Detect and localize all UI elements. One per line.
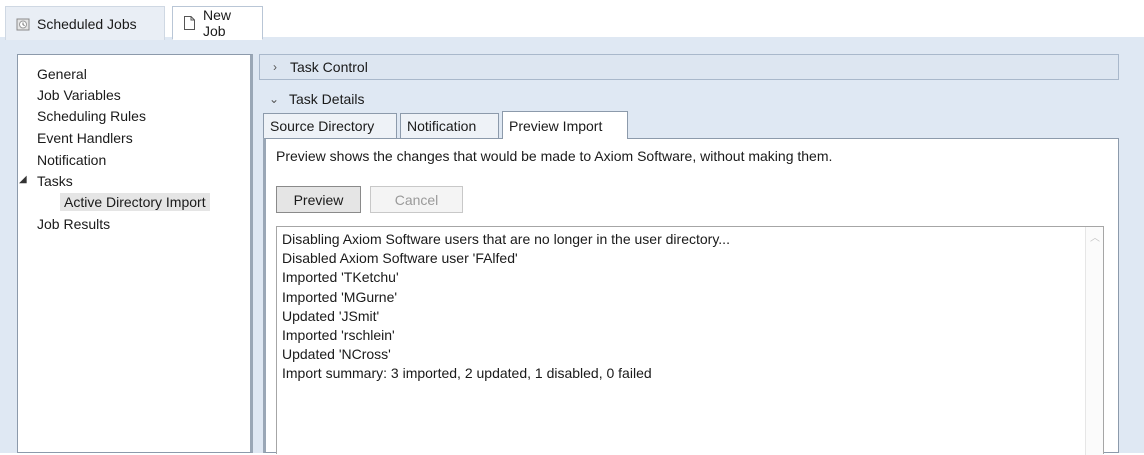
task-control-header[interactable]: › Task Control <box>259 54 1119 80</box>
scroll-up-arrow-icon[interactable]: ︿ <box>1090 229 1100 244</box>
nav-item-notification[interactable]: Notification <box>37 151 106 169</box>
tab-scheduled-jobs[interactable]: Scheduled Jobs <box>5 6 165 40</box>
nav-item-tasks[interactable]: Tasks <box>37 172 73 190</box>
log-line: Import summary: 3 imported, 2 updated, 1… <box>282 365 652 382</box>
nav-item-job-variables[interactable]: Job Variables <box>37 86 121 104</box>
nav-item-general[interactable]: General <box>37 65 87 83</box>
tab-label: Scheduled Jobs <box>37 15 137 32</box>
job-navigation-tree: General Job Variables Scheduling Rules E… <box>17 54 253 453</box>
task-panel: › Task Control ⌄ Task Details Source Dir… <box>259 54 1119 455</box>
log-line: Disabled Axiom Software user 'FAlfed' <box>282 250 518 267</box>
chevron-down-icon: ⌄ <box>269 92 280 106</box>
section-title: Task Details <box>289 91 365 107</box>
preview-import-panel: Preview shows the changes that would be … <box>263 138 1119 455</box>
log-line: Imported 'rschlein' <box>282 327 395 344</box>
nav-item-event-handlers[interactable]: Event Handlers <box>37 129 133 147</box>
task-details-header[interactable]: ⌄ Task Details <box>259 87 1119 111</box>
tab-label: New Job <box>203 7 232 39</box>
tab-notification[interactable]: Notification <box>400 113 499 138</box>
chevron-right-icon: › <box>273 60 277 74</box>
preview-results-log[interactable]: Disabling Axiom Software users that are … <box>276 226 1104 455</box>
tab-source-directory[interactable]: Source Directory <box>263 113 397 138</box>
scheduled-jobs-icon <box>16 16 30 32</box>
nav-item-scheduling-rules[interactable]: Scheduling Rules <box>37 107 146 125</box>
nav-item-active-directory-import[interactable]: Active Directory Import <box>60 193 210 211</box>
document-icon <box>183 15 196 31</box>
log-line: Imported 'TKetchu' <box>282 269 399 286</box>
collapse-arrow-icon[interactable]: ◢ <box>19 174 27 185</box>
log-line: Updated 'JSmit' <box>282 307 380 324</box>
log-lines: Disabling Axiom Software users that are … <box>282 230 730 384</box>
section-title: Task Control <box>290 59 368 75</box>
task-details-section: Source Directory Notification Preview Im… <box>259 111 1119 455</box>
job-editor: General Job Variables Scheduling Rules E… <box>0 40 1144 455</box>
log-line: Updated 'NCross' <box>282 346 391 363</box>
vertical-scrollbar[interactable]: ︿ <box>1085 227 1103 455</box>
preview-button[interactable]: Preview <box>276 186 361 213</box>
tab-preview-import[interactable]: Preview Import <box>502 111 628 139</box>
preview-description: Preview shows the changes that would be … <box>276 148 833 164</box>
log-line: Imported 'MGurne' <box>282 288 398 305</box>
log-line: Disabling Axiom Software users that are … <box>282 231 730 247</box>
nav-item-job-results[interactable]: Job Results <box>37 215 110 233</box>
document-tab-bar: Scheduled Jobs New Job <box>0 0 1144 40</box>
cancel-button[interactable]: Cancel <box>370 186 463 213</box>
tab-new-job[interactable]: New Job <box>172 6 263 40</box>
